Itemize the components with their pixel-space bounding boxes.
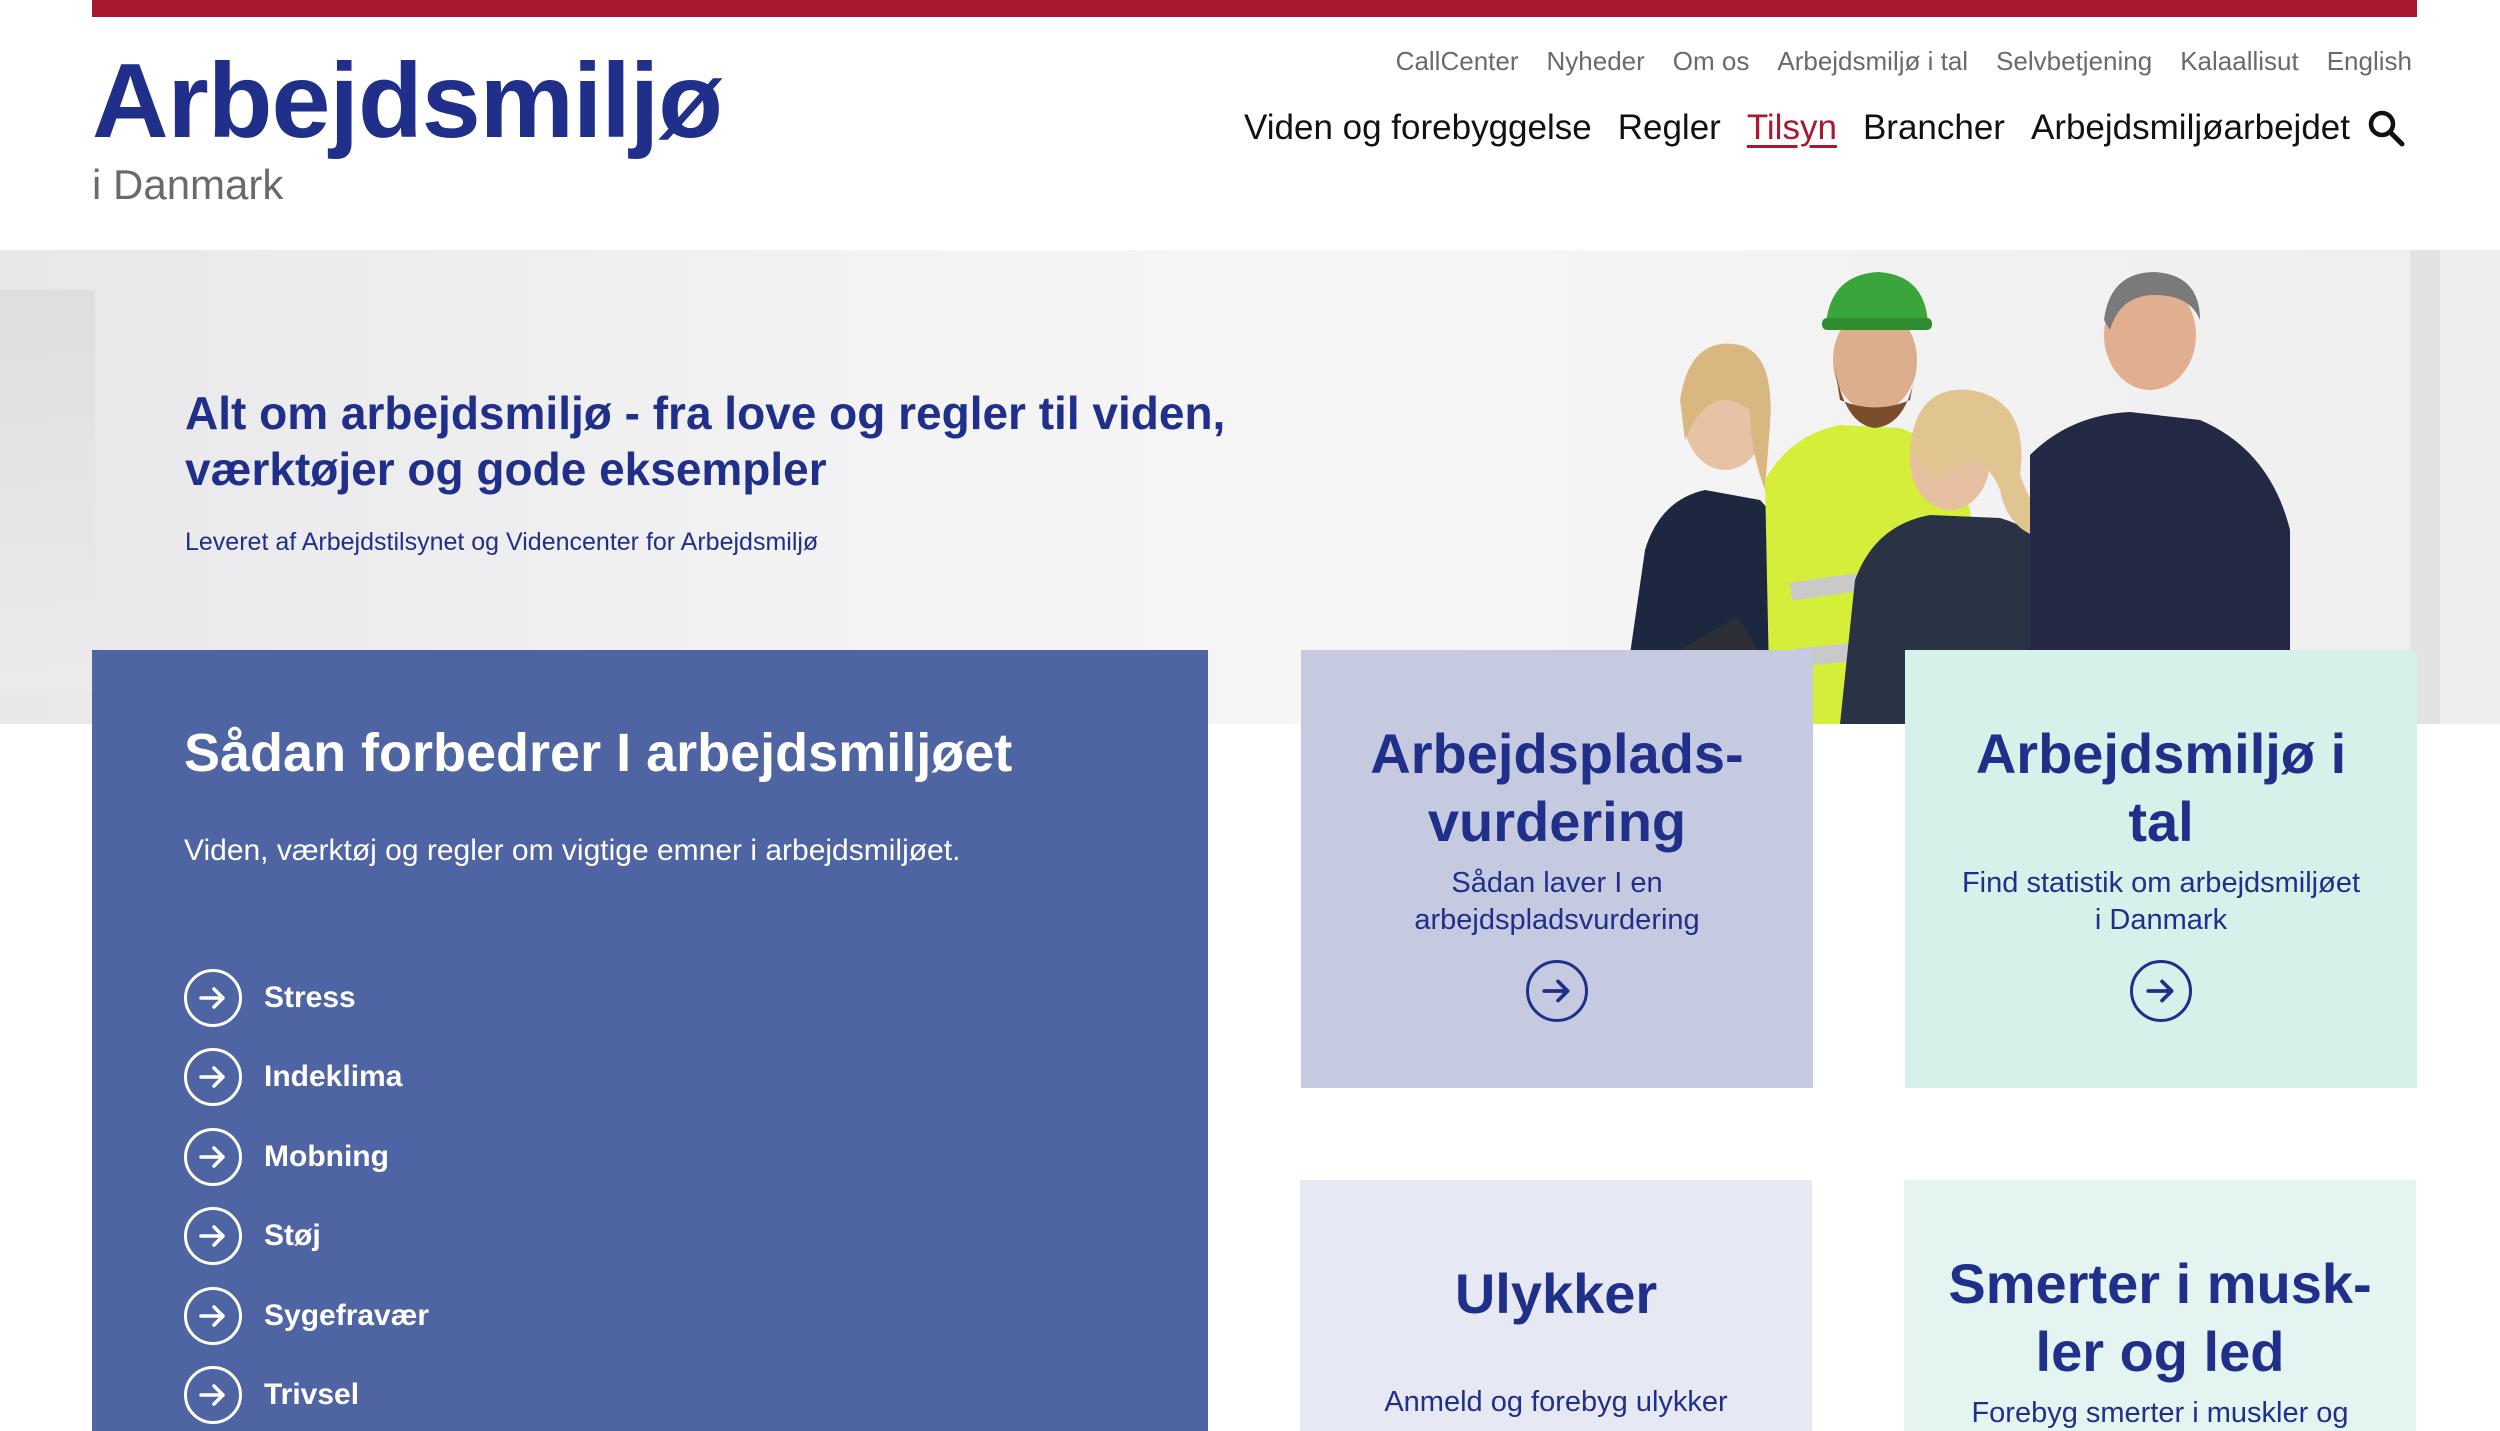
nav-item-tilsyn[interactable]: Tilsyn	[1747, 108, 1837, 148]
util-link-english[interactable]: English	[2327, 46, 2412, 77]
hero-title: Alt om arbejdsmiljø - fra love og regler…	[185, 387, 1226, 496]
card-title: Smerter i musk-ler og led	[1948, 1252, 2372, 1384]
nav-item-arbejdsmiljoarbejdet[interactable]: Arbejdsmiljøarbejdet	[2031, 108, 2350, 148]
top-accent-bar	[92, 0, 2417, 17]
util-link-nyheder[interactable]: Nyheder	[1547, 46, 1645, 77]
arrow-right-icon	[184, 968, 242, 1027]
arrow-right-icon	[184, 1207, 242, 1266]
topic-link-stoj[interactable]: Støj	[184, 1197, 429, 1277]
search-icon	[2368, 110, 2405, 147]
topic-label: Mobning	[264, 1139, 389, 1173]
card-title: Arbejdsmiljø i tal	[1975, 722, 2347, 854]
card-title: Ulykker	[1454, 1262, 1658, 1325]
site-logo[interactable]: Arbejdsmiljø i Danmark	[92, 42, 723, 208]
card-description: Sådan laver I en arbejdspladsvurdering	[1414, 866, 1700, 937]
main-nav: Viden og forebyggelse Regler Tilsyn Bran…	[1244, 108, 2350, 148]
card-ulykker[interactable]: Ulykker Anmeld og forebyg ulykker	[1300, 1180, 1812, 1431]
arrow-right-icon	[184, 1366, 242, 1425]
util-link-selvbetjening[interactable]: Selvbetjening	[1996, 46, 2152, 77]
util-link-kalaallisut[interactable]: Kalaallisut	[2180, 46, 2299, 77]
util-link-arbejdsmiljo-i-tal[interactable]: Arbejdsmiljø i tal	[1777, 46, 1968, 77]
improve-work-environment-card: Sådan forbedrer I arbejdsmiljøet Viden, …	[92, 650, 1208, 1431]
utility-nav: CallCenter Nyheder Om os Arbejdsmiljø i …	[1396, 46, 2412, 77]
arrow-right-icon	[184, 1127, 242, 1186]
logo-title: Arbejdsmiljø	[92, 42, 723, 160]
arrow-right-icon	[184, 1286, 242, 1345]
topic-link-trivsel[interactable]: Trivsel	[184, 1356, 429, 1431]
card-description: Forebyg smerter i muskler og	[1971, 1396, 2349, 1429]
nav-item-brancher[interactable]: Brancher	[1863, 108, 2005, 148]
card-title: Arbejdsplads-vurdering	[1370, 722, 1744, 854]
topic-link-sygefravaer[interactable]: Sygefravær	[184, 1276, 429, 1356]
hero-background-window	[0, 290, 95, 690]
main-card-description: Viden, værktøj og regler om vigtige emne…	[184, 834, 961, 867]
arrow-right-icon	[2130, 960, 2192, 1022]
card-arbejdspladsvurdering[interactable]: Arbejdsplads-vurdering Sådan laver I en a…	[1301, 650, 1813, 1088]
main-card-title: Sådan forbedrer I arbejdsmiljøet	[184, 723, 1013, 783]
nav-item-viden[interactable]: Viden og forebyggelse	[1244, 108, 1592, 148]
topic-list: Stress Indeklima Mobning Støj Sygefravær…	[184, 958, 429, 1431]
search-button[interactable]	[2366, 108, 2406, 148]
topic-label: Stress	[264, 980, 356, 1014]
card-description: Find statistik om arbejdsmiljøet i Danmar…	[1961, 866, 2361, 937]
util-link-om-os[interactable]: Om os	[1673, 46, 1750, 77]
topic-label: Sygefravær	[264, 1298, 430, 1332]
topic-label: Trivsel	[264, 1378, 360, 1412]
arrow-right-icon	[1526, 960, 1588, 1022]
hero-subtitle: Leveret af Arbejdstilsynet og Videncente…	[185, 528, 819, 556]
card-smerter-i-muskler[interactable]: Smerter i musk-ler og led Forebyg smerte…	[1904, 1180, 2416, 1431]
topic-label: Indeklima	[264, 1060, 403, 1094]
nav-item-regler[interactable]: Regler	[1618, 108, 1721, 148]
topic-link-stress[interactable]: Stress	[184, 958, 429, 1038]
logo-subtitle: i Danmark	[92, 161, 284, 208]
card-arbejdsmiljo-i-tal[interactable]: Arbejdsmiljø i tal Find statistik om arbe…	[1905, 650, 2417, 1088]
topic-link-indeklima[interactable]: Indeklima	[184, 1038, 429, 1118]
util-link-callcenter[interactable]: CallCenter	[1396, 46, 1519, 77]
card-description: Anmeld og forebyg ulykker	[1384, 1386, 1728, 1419]
topic-label: Støj	[264, 1219, 321, 1253]
arrow-right-icon	[184, 1048, 242, 1107]
topic-link-mobning[interactable]: Mobning	[184, 1117, 429, 1197]
